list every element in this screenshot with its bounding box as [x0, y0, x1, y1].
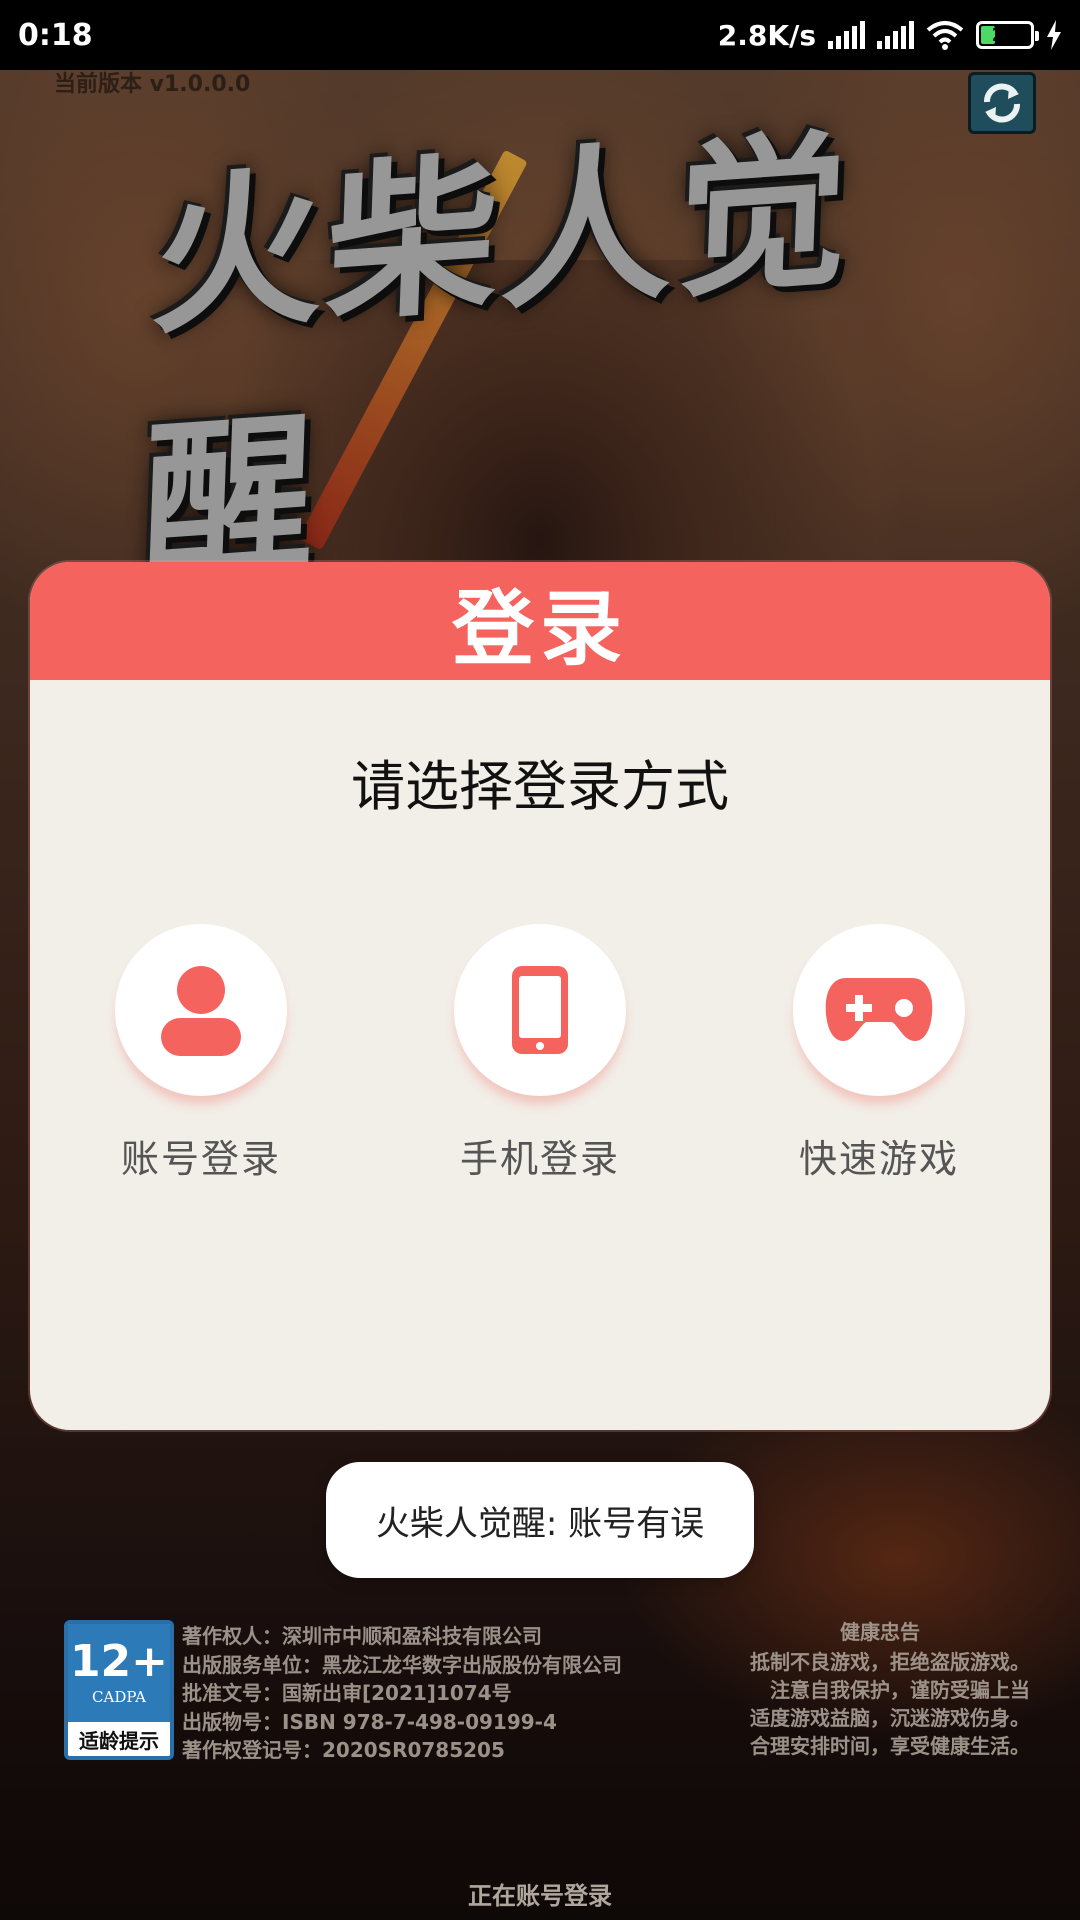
- phone-login-label: 手机登录: [459, 1137, 620, 1181]
- refresh-button[interactable]: [968, 72, 1036, 134]
- copyright-line: 出版物号：ISBN 978-7-498-09199-4: [182, 1709, 557, 1734]
- status-time: 0:18: [18, 17, 93, 53]
- phone-icon: [512, 966, 568, 1054]
- gamepad-icon: [825, 978, 933, 1041]
- login-dialog: 登录 请选择登录方式 账号登录 手机登录 快速游戏: [30, 562, 1050, 1430]
- copyright-info: 著作权人：深圳市中顺和盈科技有限公司 出版服务单位：黑龙江龙华数字出版股份有限公…: [182, 1622, 622, 1765]
- health-advisory-title: 健康忠告: [840, 1620, 920, 1644]
- age-rating-tip: 适龄提示: [68, 1722, 170, 1756]
- status-bar: 0:18 2.8K/s 29: [0, 0, 1080, 70]
- age-rating-number: 12+: [69, 1636, 169, 1687]
- user-icon: [161, 966, 241, 1056]
- health-advisory-line: 适度游戏益脑，沉迷游戏伤身。: [750, 1706, 1030, 1730]
- health-advisory-line: 注意自我保护，谨防受骗上当: [770, 1678, 1030, 1702]
- signal-1-icon: [828, 21, 865, 49]
- copyright-line: 著作权登记号：2020SR0785205: [182, 1738, 505, 1762]
- dialog-subtitle: 请选择登录方式: [351, 755, 729, 818]
- health-advisory-line: 抵制不良游戏，拒绝盗版游戏。: [750, 1650, 1030, 1674]
- version-label: 当前版本 v1.0.0.0: [54, 72, 251, 97]
- dialog-header: 登录: [30, 562, 1050, 680]
- age-rating-org: CADPA: [92, 1688, 146, 1706]
- status-icons: 2.8K/s 29: [718, 19, 1062, 52]
- phone-login-circle[interactable]: [454, 924, 626, 1096]
- error-toast: 火柴人觉醒: 账号有误: [326, 1462, 754, 1578]
- quick-game-button[interactable]: 快速游戏: [759, 924, 999, 1183]
- dialog-title: 登录: [451, 581, 628, 677]
- charging-icon: [1047, 20, 1061, 50]
- battery-icon: 29: [976, 21, 1039, 49]
- quick-game-label: 快速游戏: [798, 1137, 959, 1181]
- health-advisory-line: 合理安排时间，享受健康生活。: [750, 1734, 1030, 1758]
- wifi-icon: [926, 21, 964, 50]
- age-rating-badge: 12+ CADPA 适龄提示: [64, 1620, 174, 1760]
- loading-status: 正在账号登录: [468, 1882, 612, 1910]
- health-advisory: 健康忠告 抵制不良游戏，拒绝盗版游戏。 注意自我保护，谨防受骗上当 适度游戏益脑…: [730, 1618, 1030, 1760]
- copyright-line: 出版服务单位：黑龙江龙华数字出版股份有限公司: [182, 1652, 622, 1677]
- copyright-line: 批准文号：国新出审[2021]1074号: [182, 1681, 512, 1705]
- account-login-circle[interactable]: [115, 924, 287, 1096]
- refresh-icon: [984, 83, 1020, 123]
- age-rating-top: 12+ CADPA: [68, 1624, 170, 1722]
- phone-login-button[interactable]: 手机登录: [420, 924, 660, 1183]
- copyright-line: 著作权人：深圳市中顺和盈科技有限公司: [182, 1624, 542, 1648]
- account-login-label: 账号登录: [120, 1137, 281, 1181]
- battery-level: 29: [991, 24, 1019, 46]
- toast-message: 火柴人觉醒: 账号有误: [375, 1503, 705, 1544]
- account-login-button[interactable]: 账号登录: [81, 924, 321, 1183]
- signal-2-icon: [877, 21, 914, 49]
- network-speed: 2.8K/s: [717, 18, 816, 52]
- quick-game-circle[interactable]: [793, 924, 965, 1096]
